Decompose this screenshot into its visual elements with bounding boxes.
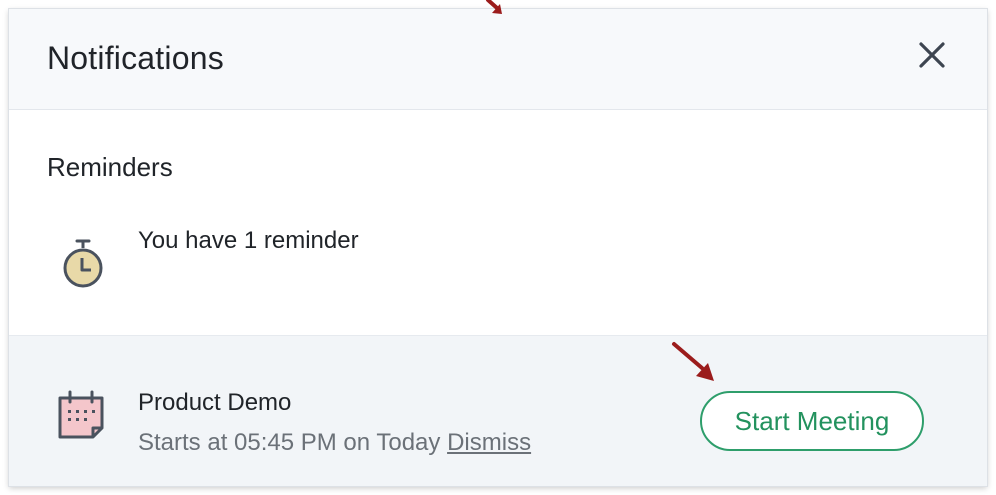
event-title: Product Demo — [138, 389, 292, 416]
event-row: Product Demo Starts at 05:45 PM on Today… — [9, 335, 987, 486]
calendar-icon — [55, 388, 107, 440]
dismiss-link[interactable]: Dismiss — [447, 429, 531, 456]
reminders-section-title: Reminders — [47, 152, 173, 182]
notifications-panel: Notifications Reminders You have 1 remin… — [9, 9, 987, 486]
event-start-time: Starts at 05:45 PM on Today — [138, 429, 448, 456]
panel-title: Notifications — [47, 40, 224, 76]
stopwatch-icon — [59, 236, 107, 292]
panel-header: Notifications — [9, 9, 987, 110]
reminder-summary-row: You have 1 reminder — [9, 214, 987, 334]
start-meeting-button[interactable]: Start Meeting — [700, 391, 924, 451]
reminder-summary-text: You have 1 reminder — [138, 227, 359, 254]
event-meta: Starts at 05:45 PM on Today Dismiss — [138, 428, 531, 458]
close-icon[interactable] — [912, 35, 952, 75]
